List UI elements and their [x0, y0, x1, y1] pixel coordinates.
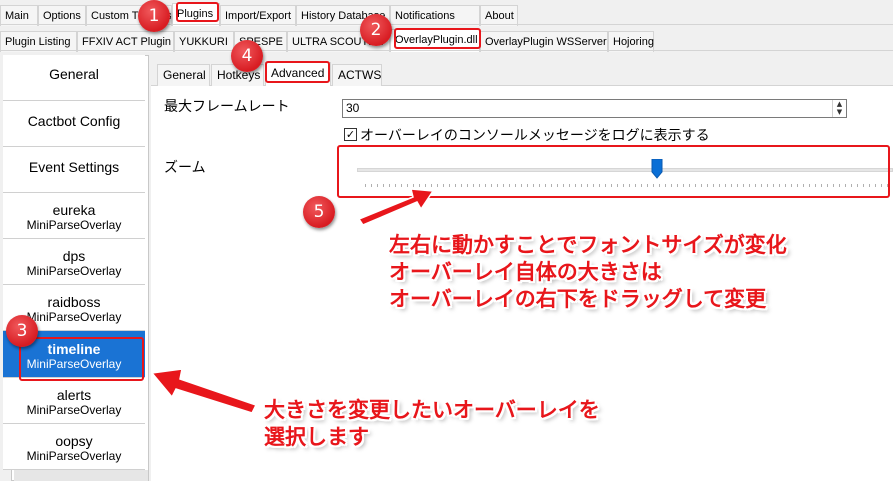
callout-line: 大きさを変更したいオーバーレイを [264, 398, 600, 422]
sidebar-item-label: alerts [56, 387, 92, 403]
sidebar-item-sublabel: MiniParseOverlay [26, 449, 122, 463]
tab-yukkuri[interactable]: YUKKURI [174, 31, 234, 52]
sidebar-item-label: General [49, 66, 99, 82]
sidebar-item-label: oopsy [55, 433, 93, 449]
tab-notifications[interactable]: Notifications [390, 5, 480, 26]
tab-plugin-listing[interactable]: Plugin Listing [0, 31, 77, 52]
callout-line: オーバーレイ自体の大きさは [389, 260, 662, 284]
checkmark-icon: ✓ [345, 128, 356, 141]
list-footer [14, 470, 148, 481]
sidebar-item-sublabel: MiniParseOverlay [26, 218, 122, 232]
sidebar-item-cactbot-config[interactable]: Cactbot Config [3, 101, 145, 147]
plugin-tab-divider [0, 50, 893, 51]
highlight-timeline-item [19, 337, 144, 381]
spin-up-icon[interactable]: ▲ [833, 100, 846, 108]
log-checkbox[interactable]: ✓ [344, 128, 357, 141]
sidebar-item-sublabel: MiniParseOverlay [26, 403, 122, 417]
sidebar-item-label: Cactbot Config [27, 113, 121, 129]
tab-overlayplugin-wsserver[interactable]: OverlayPlugin WSServer [480, 31, 608, 52]
callout-line: 左右に動かすことでフォントサイズが変化 [389, 233, 787, 257]
callout-line: オーバーレイの右下をドラッグして変更 [389, 287, 767, 311]
tab-hojoring[interactable]: Hojoring [608, 31, 654, 52]
tab-ffxiv-act-plugin[interactable]: FFXIV ACT Plugin [77, 31, 174, 52]
sidebar-item-alerts[interactable]: alerts MiniParseOverlay [3, 378, 145, 424]
sidebar-item-oopsy[interactable]: oopsy MiniParseOverlay [3, 424, 145, 470]
callout-select: 大きさを変更したいオーバーレイを 選択します [264, 397, 600, 451]
step-badge-3: 3 [6, 315, 38, 347]
highlight-advanced-tab [265, 61, 330, 83]
arrow-to-timeline-icon [150, 368, 258, 414]
main-tab-bar: Main Options Custom Triggers Plugins Imp… [0, 3, 518, 26]
tab-main[interactable]: Main [0, 5, 38, 26]
step-badge-1: 1 [138, 0, 170, 32]
step-badge-5: 5 [303, 196, 335, 228]
sidebar-item-dps[interactable]: dps MiniParseOverlay [3, 239, 145, 285]
sidebar-item-eureka[interactable]: eureka MiniParseOverlay [3, 193, 145, 239]
spin-down-icon[interactable]: ▼ [833, 108, 846, 116]
tab-about[interactable]: About [480, 5, 518, 26]
sidebar-item-general[interactable]: General [3, 55, 145, 101]
subtab-general[interactable]: General [157, 64, 210, 86]
plugin-tab-bar: Plugin Listing FFXIV ACT Plugin YUKKURI … [0, 29, 654, 52]
step-badge-4: 4 [231, 40, 263, 72]
sidebar-item-label: dps [62, 248, 86, 264]
tab-import-export[interactable]: Import/Export [220, 5, 296, 26]
zoom-label: ズーム [164, 160, 206, 176]
log-checkbox-label: オーバーレイのコンソールメッセージをログに表示する [360, 128, 710, 144]
sidebar-item-label: Event Settings [28, 159, 120, 175]
highlight-overlayplugin-tab [394, 28, 481, 49]
callout-line: 選択します [264, 425, 369, 449]
subtab-actws[interactable]: ACTWS [332, 64, 382, 86]
sidebar-item-sublabel: MiniParseOverlay [26, 264, 122, 278]
arrow-to-zoom-icon [357, 188, 435, 226]
step-badge-2: 2 [360, 14, 392, 46]
sidebar-item-label: raidboss [47, 294, 101, 310]
tab-divider [0, 24, 893, 25]
fps-label: 最大フレームレート [164, 99, 290, 115]
fps-spinner[interactable]: ▲ ▼ [832, 100, 846, 117]
sidebar-item-label: eureka [52, 202, 96, 218]
sidebar-item-event-settings[interactable]: Event Settings [3, 147, 145, 193]
tab-options[interactable]: Options [38, 5, 86, 26]
fps-input[interactable]: 30 [342, 99, 847, 118]
callout-zoom: 左右に動かすことでフォントサイズが変化 オーバーレイ自体の大きさは オーバーレイ… [389, 232, 787, 313]
highlight-plugins-tab [176, 2, 219, 22]
